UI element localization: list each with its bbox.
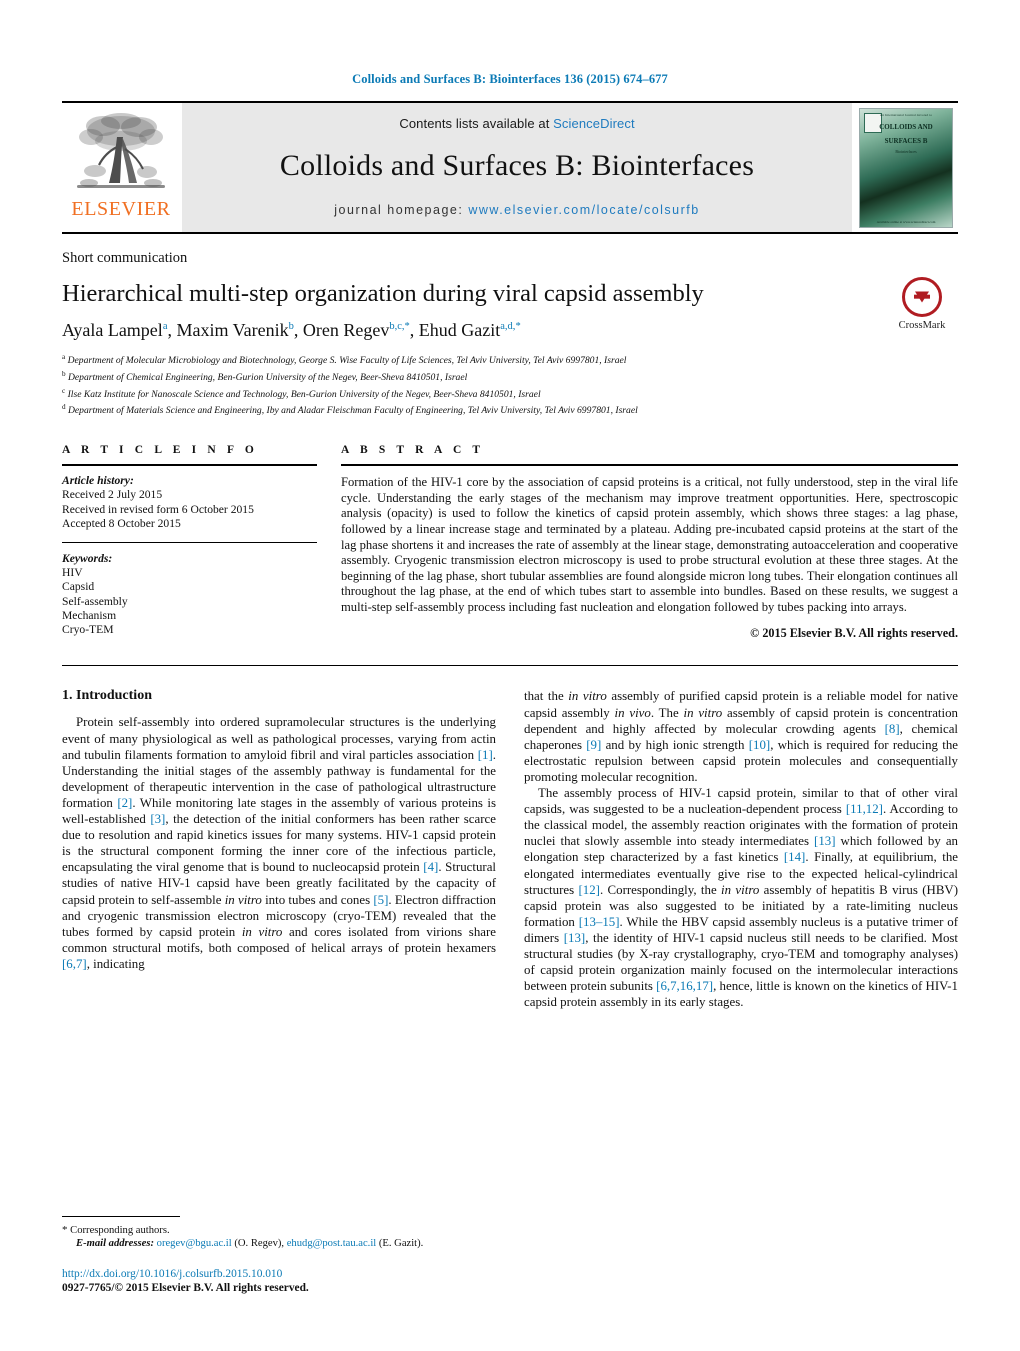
crossmark-label: CrossMark xyxy=(898,320,946,331)
masthead-center: Contents lists available at ScienceDirec… xyxy=(182,103,852,232)
journal-masthead: ELSEVIER Contents lists available at Sci… xyxy=(62,101,958,234)
corresponding-authors-note: * Corresponding authors. xyxy=(62,1224,482,1238)
author-name: Ehud Gazit xyxy=(418,320,501,340)
email-note: E-mail addresses: oregev@bgu.ac.il (O. R… xyxy=(62,1237,482,1251)
divider xyxy=(62,665,958,667)
keywords-label: Keywords: xyxy=(62,551,113,565)
affiliation-item: c Ilse Katz Institute for Nanoscale Scie… xyxy=(62,385,886,402)
affiliation-mark: d xyxy=(62,403,66,412)
affiliation-item: d Department of Materials Science and En… xyxy=(62,401,886,418)
page-title: Hierarchical multi-step organization dur… xyxy=(62,280,704,307)
author-list: Ayala Lampela, Maxim Varenikb, Oren Rege… xyxy=(62,320,886,341)
affiliation-mark: a xyxy=(62,353,66,361)
info-abstract-block: A R T I C L E I N F O Article history: R… xyxy=(62,444,958,641)
keyword-item: Mechanism xyxy=(62,608,117,622)
corresponding-authors-text: Corresponding authors. xyxy=(70,1224,170,1236)
crossmark-badge[interactable]: CrossMark xyxy=(886,277,958,331)
affiliation-mark: b xyxy=(62,369,66,378)
email-link-regev[interactable]: oregev@bgu.ac.il xyxy=(157,1238,232,1249)
footnote-rule xyxy=(62,1215,180,1217)
running-head: Colloids and Surfaces B: Biointerfaces 1… xyxy=(352,72,668,86)
paragraph: Protein self-assembly into ordered supra… xyxy=(62,715,497,971)
journal-homepage-line: journal homepage: www.elsevier.com/locat… xyxy=(334,203,699,217)
issn-copyright-line: 0927-7765/© 2015 Elsevier B.V. All right… xyxy=(62,1282,309,1294)
author-affil-mark[interactable]: a,d, xyxy=(500,321,515,332)
divider xyxy=(62,541,317,543)
email-owner-gazit: (E. Gazit). xyxy=(378,1238,424,1250)
article-history-label: Article history: xyxy=(62,474,134,488)
corresponding-author-mark[interactable]: * xyxy=(515,321,520,332)
doi-link[interactable]: http://dx.doi.org/10.1016/j.colsurfb.201… xyxy=(62,1267,482,1281)
affiliation-text: Department of Molecular Microbiology and… xyxy=(67,355,627,367)
copyright-line: © 2015 Elsevier B.V. All rights reserved… xyxy=(750,626,958,641)
journal-title: Colloids and Surfaces B: Biointerfaces xyxy=(279,149,755,182)
cover-subtitle: Biointerfaces xyxy=(895,148,917,154)
sciencedirect-link[interactable]: ScienceDirect xyxy=(553,116,635,131)
affiliation-mark: c xyxy=(62,386,66,395)
keyword-item: Cryo-TEM xyxy=(62,622,114,636)
elsevier-wordmark: ELSEVIER xyxy=(71,198,171,220)
cover-bottom-line: Available online at www.sciencedirect.co… xyxy=(876,219,936,224)
paragraph: The assembly process of HIV-1 capsid pro… xyxy=(524,786,959,1010)
body-column-left: 1. Introduction Protein self-assembly in… xyxy=(62,688,496,1010)
author-sep: , xyxy=(293,320,303,340)
author-name: Maxim Varenik xyxy=(176,320,289,340)
contents-prefix: Contents lists available at xyxy=(399,116,554,131)
elsevier-logo: ELSEVIER xyxy=(62,103,180,232)
body-columns: 1. Introduction Protein self-assembly in… xyxy=(62,688,958,1010)
affiliation-list: a Department of Molecular Microbiology a… xyxy=(62,351,886,418)
email-owner-regev: (O. Regev), xyxy=(234,1238,285,1250)
cover-title-line1: COLLOIDS AND xyxy=(879,122,933,131)
history-item: Received in revised form 6 October 2015 xyxy=(62,502,254,516)
keywords-block: Keywords: HIV Capsid Self-assembly Mecha… xyxy=(62,552,317,637)
abstract-heading: A B S T R A C T xyxy=(341,444,485,457)
elsevier-tree-icon xyxy=(77,113,165,188)
author-name: Oren Regev xyxy=(302,320,390,340)
affiliation-text: Department of Materials Science and Engi… xyxy=(68,405,638,417)
journal-cover-wrap: An International Journal devoted to COLL… xyxy=(854,103,958,232)
email-link-gazit[interactable]: ehudg@post.tau.ac.il xyxy=(287,1238,376,1249)
asterisk-icon: * xyxy=(62,1223,68,1236)
cover-top-line: An International Journal devoted to xyxy=(879,112,933,117)
article-history: Article history: Received 2 July 2015 Re… xyxy=(62,474,317,531)
keyword-item: HIV xyxy=(62,566,83,580)
divider xyxy=(341,464,958,467)
cover-title-line2: SURFACES B xyxy=(884,136,928,145)
section-heading-introduction: 1. Introduction xyxy=(62,688,152,704)
paper-page: Colloids and Surfaces B: Biointerfaces 1… xyxy=(0,0,1020,1351)
title-block: Hierarchical multi-step organization dur… xyxy=(62,267,886,418)
homepage-url-link[interactable]: www.elsevier.com/locate/colsurfb xyxy=(468,203,699,217)
author-sep: , xyxy=(409,320,419,340)
affiliation-text: Ilse Katz Institute for Nanoscale Scienc… xyxy=(67,388,541,400)
history-item: Received 2 July 2015 xyxy=(62,488,163,502)
keyword-item: Capsid xyxy=(62,580,95,594)
author-name: Ayala Lampel xyxy=(62,320,163,340)
homepage-label: journal homepage: xyxy=(334,203,464,217)
contents-available-line: Contents lists available at ScienceDirec… xyxy=(399,116,634,131)
article-type: Short communication xyxy=(62,250,188,266)
cover-text-block: An International Journal devoted to COLL… xyxy=(864,112,948,154)
email-label: E-mail addresses: xyxy=(76,1238,154,1250)
crossmark-icon xyxy=(902,277,942,317)
abstract-column: A B S T R A C T Formation of the HIV-1 c… xyxy=(341,444,958,641)
paragraph: that the in vitro assembly of purified c… xyxy=(524,689,959,784)
keyword-item: Self-assembly xyxy=(62,594,128,608)
affiliation-text: Department of Chemical Engineering, Ben-… xyxy=(68,371,468,383)
divider xyxy=(62,464,317,467)
footnote-area: * Corresponding authors. E-mail addresse… xyxy=(62,1215,482,1295)
author-affil-mark[interactable]: b,c, xyxy=(389,321,404,332)
title-row: Hierarchical multi-step organization dur… xyxy=(62,267,958,418)
history-item: Accepted 8 October 2015 xyxy=(62,516,181,530)
article-info-heading: A R T I C L E I N F O xyxy=(62,444,258,457)
journal-cover-image: An International Journal devoted to COLL… xyxy=(859,107,953,228)
abstract-text: Formation of the HIV-1 core by the assoc… xyxy=(341,475,958,614)
affiliation-item: a Department of Molecular Microbiology a… xyxy=(62,351,886,368)
article-info-column: A R T I C L E I N F O Article history: R… xyxy=(62,444,317,641)
body-column-right: that the in vitro assembly of purified c… xyxy=(524,688,958,1010)
affiliation-item: b Department of Chemical Engineering, Be… xyxy=(62,368,886,385)
